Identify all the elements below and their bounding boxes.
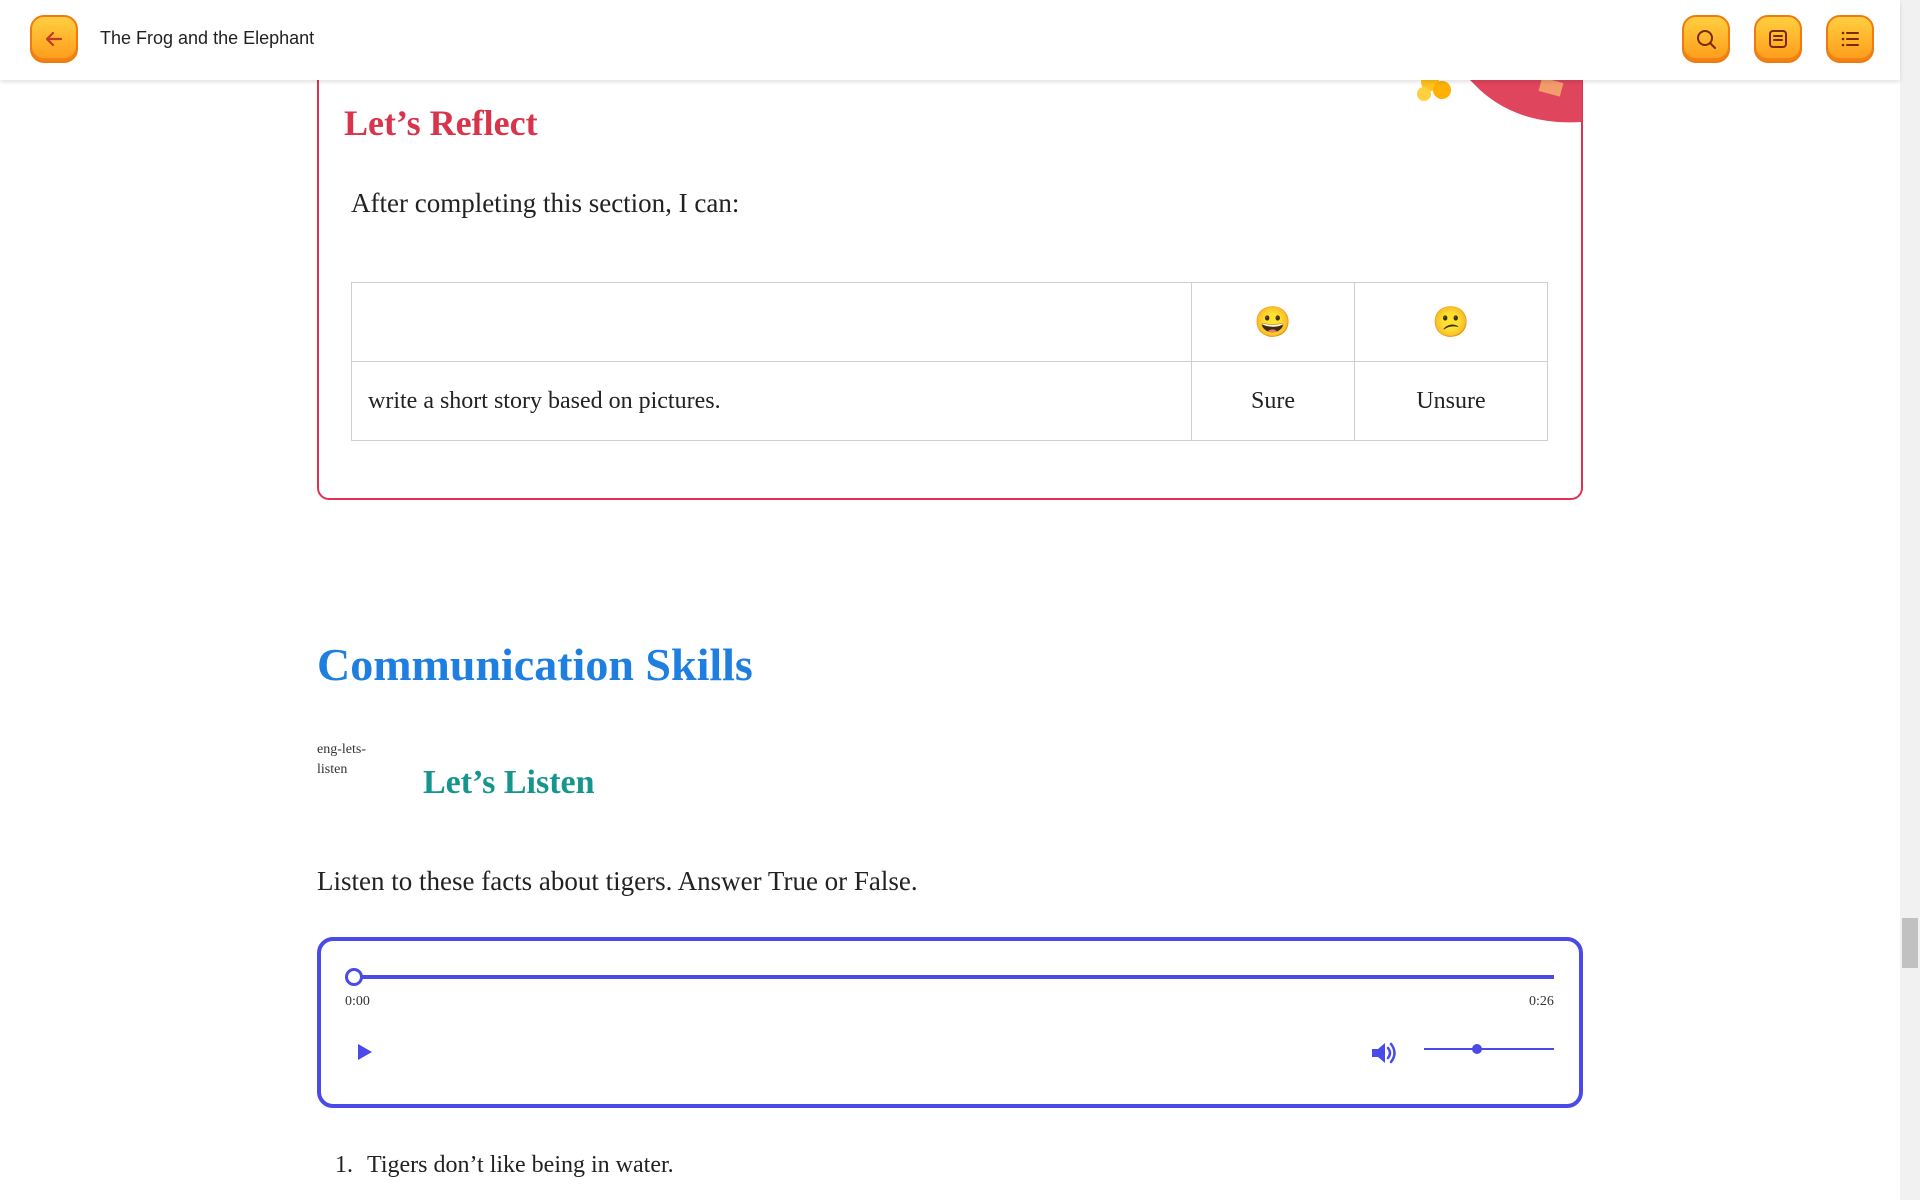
volume-slider-handle[interactable] <box>1472 1044 1482 1054</box>
table-header-row: 😀 😕 <box>351 282 1548 362</box>
search-button[interactable] <box>1682 15 1730 63</box>
listen-title: Let’s Listen <box>423 764 595 801</box>
audio-player <box>317 937 1583 1108</box>
notes-icon <box>1769 30 1787 48</box>
notes-button[interactable] <box>1754 15 1802 63</box>
table-cell-statement: write a short story based on pictures. <box>351 361 1192 441</box>
listen-intro: Listen to these facts about tigers. Answ… <box>317 866 918 896</box>
reflect-title: Let’s Reflect <box>344 103 538 143</box>
question-text: Tigers don’t like being in water. <box>367 1152 674 1178</box>
reflect-table: 😀 😕 write a short story based on picture… <box>351 282 1548 441</box>
current-time: 0:00 <box>345 994 370 1009</box>
section-title: Communication Skills <box>317 639 753 690</box>
play-icon <box>358 1044 372 1060</box>
volume-button[interactable] <box>1368 1038 1398 1068</box>
scrollbar-thumb[interactable] <box>1902 918 1918 968</box>
question-list: 1. Tigers don’t like being in water. <box>335 1152 674 1179</box>
unsure-option[interactable]: Unsure <box>1354 361 1548 441</box>
back-button[interactable] <box>30 15 78 63</box>
play-button[interactable] <box>352 1040 376 1064</box>
list-item: 1. Tigers don’t like being in water. <box>335 1152 674 1179</box>
sure-option[interactable]: Sure <box>1191 361 1355 441</box>
reflect-intro: After completing this section, I can: <box>351 188 740 218</box>
listen-image-alt: eng-lets-listen <box>317 742 366 777</box>
top-bar: The Frog and the Elephant <box>0 0 1900 80</box>
scrollbar[interactable] <box>1900 0 1920 1200</box>
search-icon <box>1697 30 1716 49</box>
toc-button[interactable] <box>1826 15 1874 63</box>
duration: 0:26 <box>1529 994 1554 1009</box>
question-number: 1. <box>335 1152 353 1178</box>
volume-icon <box>1372 1042 1396 1064</box>
audio-progress-track[interactable] <box>352 975 1554 979</box>
happy-face-icon: 😀 <box>1254 305 1292 339</box>
audio-progress-handle[interactable] <box>345 968 363 986</box>
table-row: write a short story based on pictures. S… <box>351 361 1548 441</box>
confused-face-icon: 😕 <box>1432 305 1470 339</box>
volume-slider[interactable] <box>1424 1048 1554 1050</box>
table-header-statement <box>351 282 1192 362</box>
arrow-left-icon <box>45 31 63 47</box>
page-title: The Frog and the Elephant <box>100 28 315 48</box>
list-icon <box>1841 31 1859 47</box>
